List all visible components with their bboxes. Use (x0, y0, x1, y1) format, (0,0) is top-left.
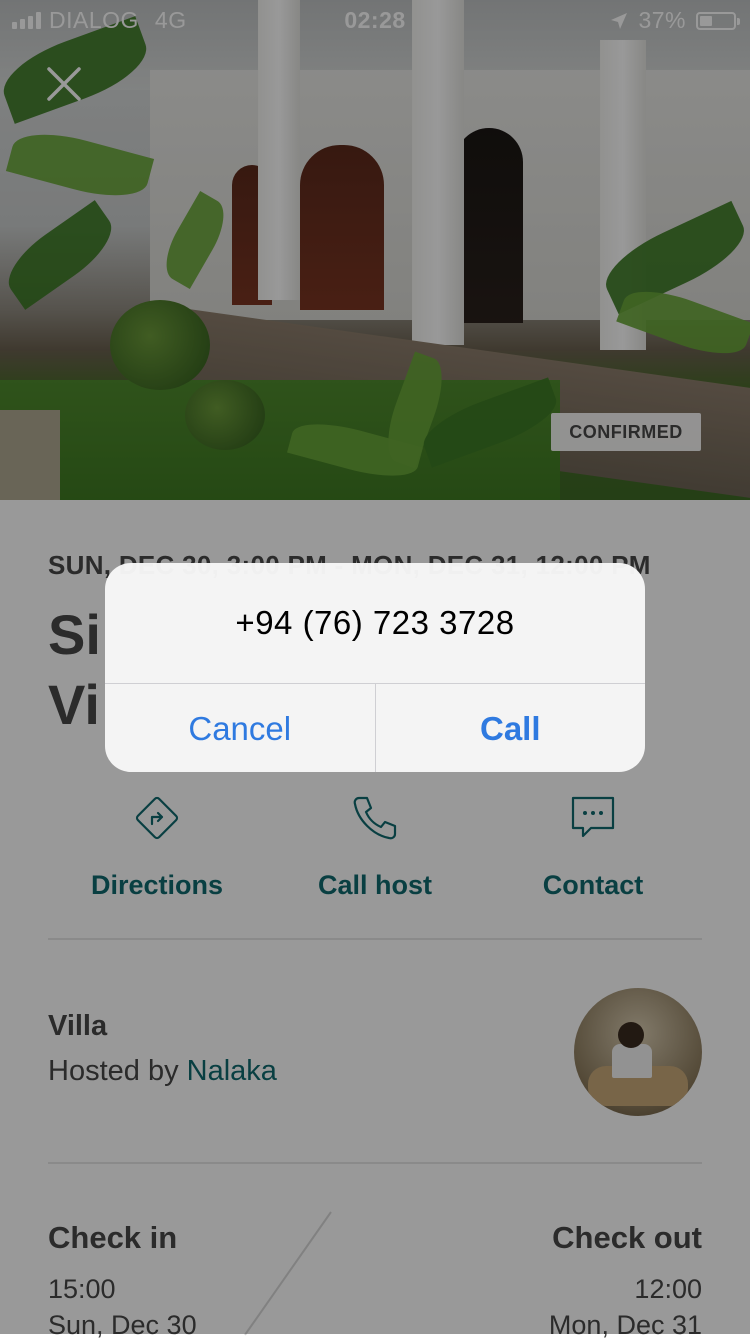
alert-phone-number: +94 (76) 723 3728 (235, 604, 515, 641)
call-button[interactable]: Call (374, 684, 646, 772)
call-alert-dialog: +94 (76) 723 3728 Cancel Call (105, 563, 645, 772)
alert-buttons: Cancel Call (105, 683, 645, 772)
cancel-button[interactable]: Cancel (105, 684, 375, 772)
